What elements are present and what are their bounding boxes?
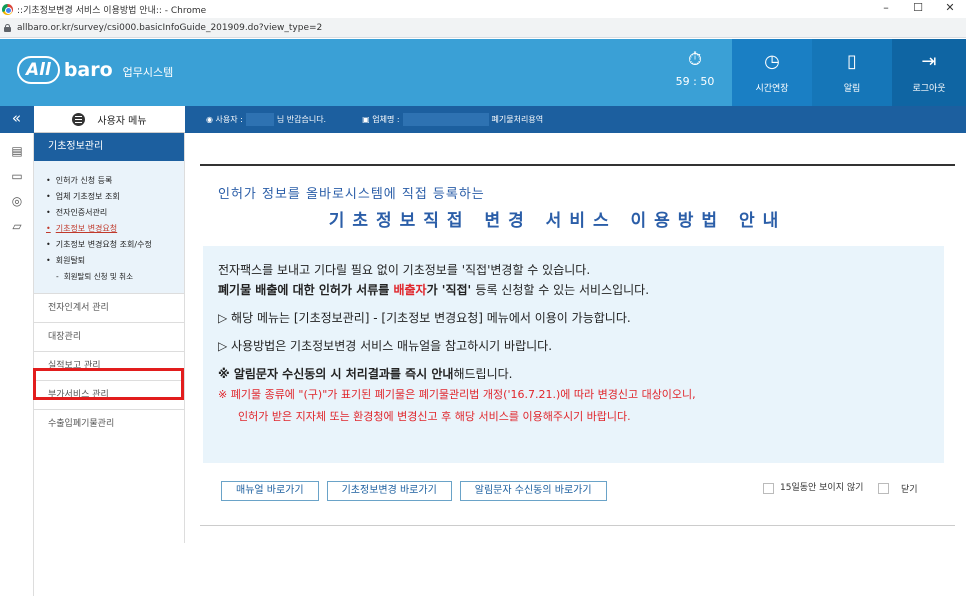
address-bar[interactable]: allbaro.or.kr/survey/csi000.basicInfoGui… xyxy=(0,18,966,38)
extend-time-label: 시간연장 xyxy=(755,84,789,94)
sidebar: 기초정보관리 인허가 신청 등록 업체 기초정보 조회 전자인증서관리 기초정보… xyxy=(34,133,185,543)
sms-consent-button[interactable]: 알림문자 수신동의 바로가기 xyxy=(459,481,607,501)
sidebar-subitem-certificate[interactable]: 전자인증서관리 xyxy=(34,205,184,221)
timer-value: 59 : 50 xyxy=(675,75,715,88)
popup-options: 15일동안 보이지 않기 닫기 xyxy=(763,482,918,495)
user-prefix: 사용자 : xyxy=(215,115,243,124)
notification-button[interactable]: ▯ 알림 xyxy=(812,39,892,106)
page-title: 기초정보직접 변경 서비스 이용방법 안내 xyxy=(328,211,787,231)
close-checkbox[interactable] xyxy=(878,483,889,494)
hide-15-days-checkbox[interactable] xyxy=(763,483,774,494)
menu-icon xyxy=(72,112,86,126)
app-header: All baro 업무시스템 ⏱ 59 : 50 ◷ 시간연장 ▯ 알림 ⇥ 로… xyxy=(0,39,966,106)
notice-warning-1: ※ 폐기물 종류에 "(구)"가 표기된 폐기물은 폐기물관리법 개정('16.… xyxy=(218,388,696,401)
url-text[interactable]: allbaro.or.kr/survey/csi000.basicInfoGui… xyxy=(17,23,322,33)
user-name-redacted xyxy=(245,113,274,126)
user-greeting: 님 반갑습니다. xyxy=(276,115,327,124)
sidebar-item-import-export[interactable]: 수출입폐기물관리 xyxy=(34,409,184,438)
notice-line-3: ▷ 해당 메뉴는 [기초정보관리] - [기초정보 변경요청] 메뉴에서 이용이… xyxy=(218,311,631,325)
highlight-box xyxy=(33,368,184,400)
company-type: 폐기물처리용역 xyxy=(491,115,544,124)
sidebar-item-ledger[interactable]: 대장관리 xyxy=(34,322,184,351)
intro-subtitle: 인허가 정보를 올바로시스템에 직접 등록하는 xyxy=(218,187,485,202)
notice-line-5: ※ 알림문자 수신동의 시 처리결과를 즉시 안내해드립니다. xyxy=(218,364,929,384)
logo-baro-text: baro xyxy=(63,59,113,81)
notice-line-2c: 가 '직접' xyxy=(426,283,476,297)
allbaro-logo[interactable]: All baro 업무시스템 xyxy=(17,56,173,84)
info-bar: « 사용자 메뉴 ◉ 사용자 : 님 반갑습니다. ▣ 업체명 : 폐기물처리용… xyxy=(0,106,966,133)
window-titlebar: ::기초정보변경 서비스 이용방법 안내:: - Chrome – ☐ ✕ xyxy=(0,0,966,18)
notice-line-2a: 폐기물 배출에 대한 인허가 서류를 xyxy=(218,283,394,297)
user-menu-header[interactable]: 사용자 메뉴 xyxy=(34,106,185,133)
minimize-button[interactable]: – xyxy=(870,0,902,18)
logout-button[interactable]: ⇥ 로그아웃 xyxy=(892,39,966,106)
lock-icon xyxy=(4,23,11,32)
sidebar-subitem-change-request-query[interactable]: 기초정보 변경요청 조회/수정 xyxy=(34,237,184,253)
sidebar-subitem-license-register[interactable]: 인허가 신청 등록 xyxy=(34,173,184,189)
notice-box: 전자팩스를 보내고 기다릴 필요 없이 기초정보를 '직접'변경할 수 있습니다… xyxy=(203,246,944,463)
sidebar-subitem-change-request[interactable]: 기초정보 변경요청 xyxy=(34,221,184,237)
hide-15-days-label: 15일동안 보이지 않기 xyxy=(780,483,864,493)
stopwatch-icon: ⏱ xyxy=(687,49,703,70)
company-icon: ▣ xyxy=(362,115,373,124)
monitor-icon[interactable]: ▭ xyxy=(0,169,34,183)
user-info: ◉ 사용자 : 님 반갑습니다. ▣ 업체명 : 폐기물처리용역 xyxy=(206,113,543,126)
main-content: 인허가 정보를 올바로시스템에 직접 등록하는 기초정보직접 변경 서비스 이용… xyxy=(200,133,955,596)
extend-time-button[interactable]: ◷ 시간연장 xyxy=(732,39,812,106)
window-title: ::기초정보변경 서비스 이용방법 안내:: - Chrome xyxy=(17,5,207,16)
sidebar-subitem-withdraw-apply[interactable]: 회원탈퇴 신청 및 취소 xyxy=(34,269,184,285)
close-label: 닫기 xyxy=(901,485,918,495)
notice-line-4: ▷ 사용방법은 기초정보변경 서비스 매뉴얼을 참고하시기 바랍니다. xyxy=(218,339,553,353)
logo-all-text: All xyxy=(17,56,60,84)
sidebar-submenu: 인허가 신청 등록 업체 기초정보 조회 전자인증서관리 기초정보 변경요청 기… xyxy=(34,161,184,293)
chrome-icon xyxy=(2,3,13,15)
basic-info-change-button[interactable]: 기초정보변경 바로가기 xyxy=(326,481,452,501)
collapse-sidebar-button[interactable]: « xyxy=(0,106,33,133)
maximize-button[interactable]: ☐ xyxy=(902,0,934,18)
window-controls: – ☐ ✕ xyxy=(870,0,966,18)
logo-system-text: 업무시스템 xyxy=(122,65,174,79)
sidebar-subitem-withdraw[interactable]: 회원탈퇴 xyxy=(34,253,184,269)
sidebar-item-transfer[interactable]: 전자인계서 관리 xyxy=(34,293,184,322)
company-name-redacted xyxy=(402,113,489,126)
session-timer: ⏱ 59 : 50 xyxy=(660,39,730,106)
notice-line-1: 전자팩스를 보내고 기다릴 필요 없이 기초정보를 '직접'변경할 수 있습니다… xyxy=(218,263,591,277)
folder-icon[interactable]: ▱ xyxy=(0,219,34,233)
logout-icon: ⇥ xyxy=(921,51,937,72)
notice-line-5a: ※ 알림문자 수신동의 시 처리결과를 즉시 안내 xyxy=(218,367,454,381)
bell-icon: ▯ xyxy=(847,51,857,72)
notice-line-5b: 해드립니다. xyxy=(453,367,513,381)
bottom-divider xyxy=(200,525,955,526)
sidebar-head-basic-info[interactable]: 기초정보관리 xyxy=(34,133,184,161)
sidebar-subitem-company-info[interactable]: 업체 기초정보 조회 xyxy=(34,189,184,205)
clock-icon: ◷ xyxy=(764,51,780,72)
notice-warning-2: 인허가 받은 지자체 또는 환경청에 변경신고 후 해당 서비스를 이용해주시기… xyxy=(238,410,631,423)
notice-line-2d: 등록 신청할 수 있는 서비스입니다. xyxy=(475,283,650,297)
top-divider xyxy=(200,164,955,166)
document-icon[interactable]: ▤ xyxy=(0,144,34,158)
notification-label: 알림 xyxy=(843,84,861,94)
shortcut-buttons: 매뉴얼 바로가기 기초정보변경 바로가기 알림문자 수신동의 바로가기 xyxy=(221,481,615,501)
company-prefix: 업체명 : xyxy=(372,115,400,124)
user-menu-label: 사용자 메뉴 xyxy=(97,115,147,127)
notice-line-2: 폐기물 배출에 대한 인허가 서류를 배출자가 '직접' 등록 신청할 수 있는… xyxy=(218,280,929,300)
manual-button[interactable]: 매뉴얼 바로가기 xyxy=(221,481,319,501)
logout-label: 로그아웃 xyxy=(912,84,946,94)
user-icon: ◉ xyxy=(206,115,216,124)
notice-line-2b: 배출자 xyxy=(393,283,427,297)
sidebar-icon-strip: ▤ ▭ ◎ ▱ xyxy=(0,133,34,596)
close-window-button[interactable]: ✕ xyxy=(934,0,966,18)
certificate-icon[interactable]: ◎ xyxy=(0,194,34,208)
